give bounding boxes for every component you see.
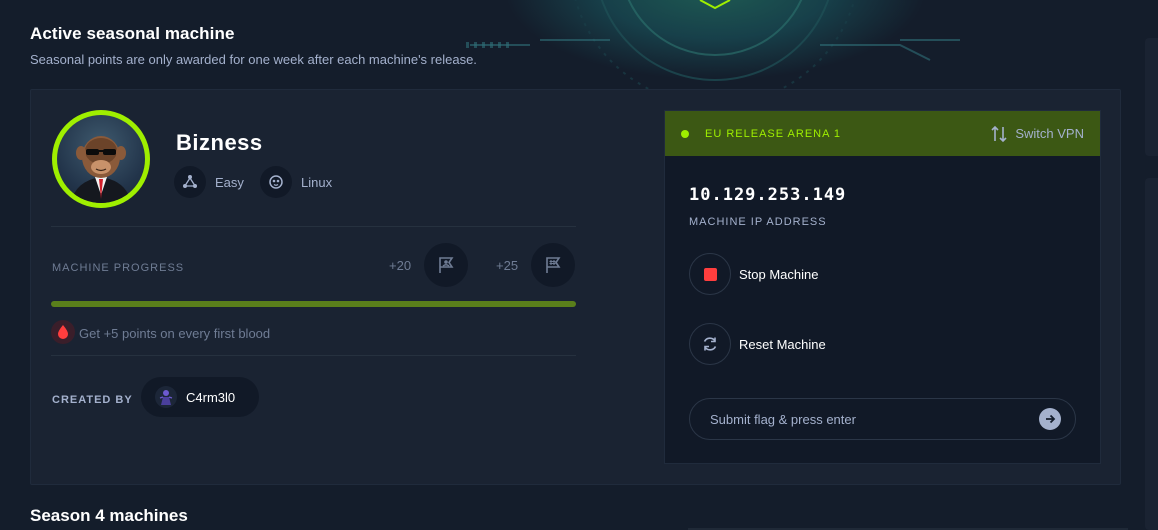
created-by-label: CREATED BY (52, 394, 133, 406)
difficulty-label: Easy (215, 174, 244, 190)
user-flag-button[interactable] (424, 243, 468, 287)
reset-machine-button[interactable]: Reset Machine (689, 323, 826, 365)
creator-name: C4rm3l0 (186, 389, 236, 405)
right-side-panel-edge (1145, 38, 1158, 156)
difficulty-tag: Easy (174, 166, 244, 198)
status-dot-icon (681, 129, 689, 138)
arrow-right-icon (1046, 414, 1056, 424)
linux-icon (260, 166, 292, 198)
arena-label: EU RELEASE ARENA 1 (705, 127, 841, 140)
machine-name: Bizness (176, 130, 263, 155)
section-header: Active seasonal machine Seasonal points … (30, 24, 477, 67)
stop-machine-button[interactable]: Stop Machine (689, 253, 819, 295)
panel-header: EU RELEASE ARENA 1 Switch VPN (665, 111, 1100, 156)
os-tag: Linux (260, 166, 332, 198)
switch-vpn-button[interactable]: Switch VPN (990, 125, 1084, 143)
machine-ip[interactable]: 10.129.253.149 (689, 185, 846, 205)
creator-avatar-icon (155, 386, 177, 408)
stop-icon (703, 267, 717, 281)
section-subtitle: Seasonal points are only awarded for one… (30, 52, 477, 67)
monkey-avatar-icon (71, 136, 131, 203)
flag-input[interactable] (689, 398, 1076, 440)
root-flag-button[interactable] (531, 243, 575, 287)
creator-chip[interactable]: C4rm3l0 (141, 377, 259, 417)
divider (51, 355, 576, 356)
machine-progress-bar (51, 301, 576, 307)
user-flag-icon (439, 257, 454, 273)
switch-vpn-label: Switch VPN (1015, 126, 1084, 141)
right-side-panel-edge (1145, 178, 1158, 530)
active-machine-card: Bizness Easy Linux MACHINE PROGRESS +20 (30, 89, 1121, 485)
first-blood-hint: Get +5 points on every first blood (79, 326, 271, 341)
difficulty-icon (174, 166, 206, 198)
machine-ip-label: MACHINE IP ADDRESS (689, 216, 827, 228)
submit-flag-button[interactable] (1039, 408, 1061, 430)
reset-icon (703, 337, 717, 351)
blood-drop-icon (51, 320, 75, 344)
machine-avatar[interactable] (52, 110, 150, 208)
machine-control-panel: EU RELEASE ARENA 1 Switch VPN 10.129.253… (664, 110, 1101, 464)
root-flag-points: +25 (496, 258, 519, 273)
os-label: Linux (301, 174, 333, 190)
user-flag-points: +20 (389, 258, 412, 273)
section-title: Active seasonal machine (30, 24, 235, 43)
divider (51, 226, 576, 227)
machine-progress-label: MACHINE PROGRESS (52, 262, 185, 274)
season-machines-title: Season 4 machines (30, 506, 188, 525)
root-flag-icon (546, 257, 561, 273)
switch-arrows-icon (991, 125, 1007, 142)
stop-machine-label: Stop Machine (739, 266, 819, 282)
reset-machine-label: Reset Machine (739, 336, 826, 352)
